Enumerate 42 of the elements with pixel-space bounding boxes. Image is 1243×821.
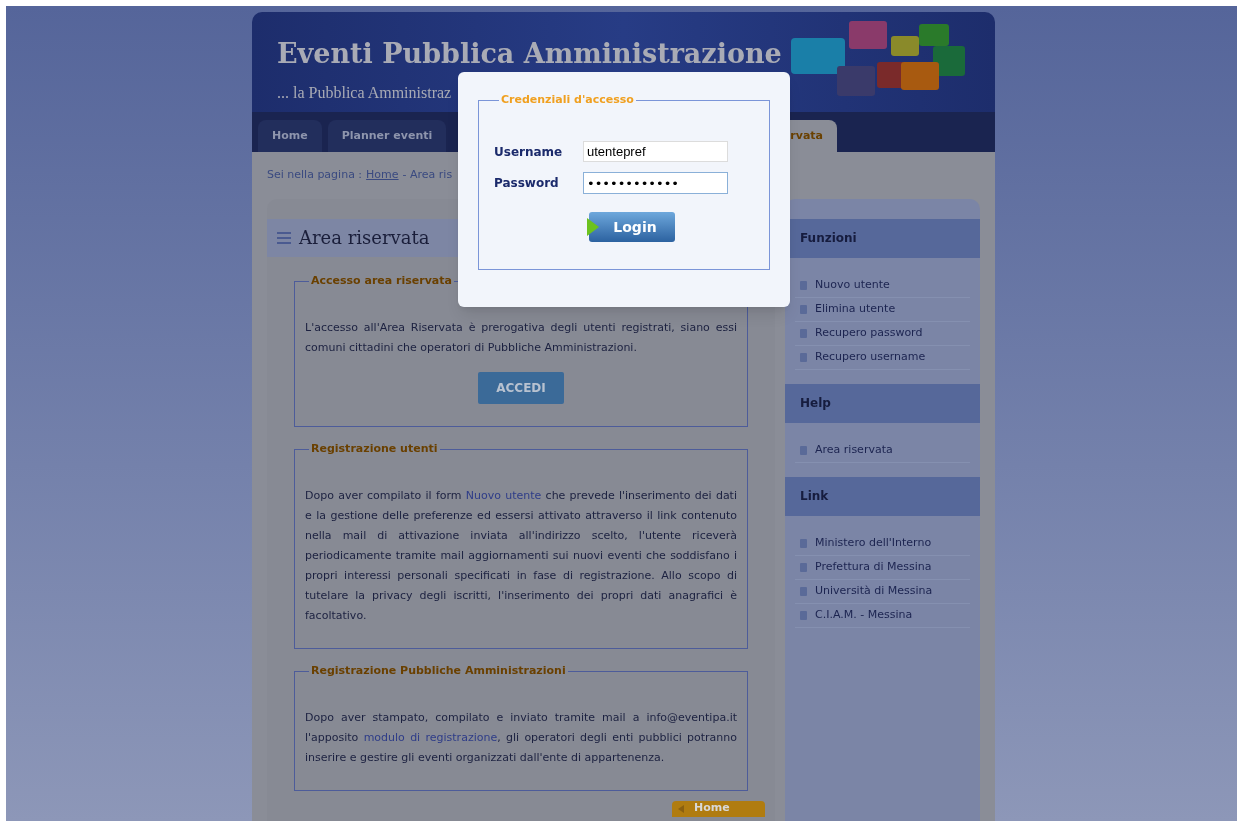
breadcrumb-link[interactable]: Home — [366, 167, 399, 184]
site-title: Eventi Pubblica Amministrazione — [277, 40, 782, 67]
username-label: Username — [494, 143, 564, 161]
section-text: Dopo aver stampato, compilato e inviato tramite mail a info@eventipa.it l'apposito modulo di registrazione, gli operatori degli enti pubblici potranno inserire e gestire gli eventi organizzati dall'ente di appartenenza. — [305, 709, 737, 766]
sidebar-link[interactable]: C.I.A.M. - Messina — [815, 606, 913, 624]
bullet-icon — [800, 304, 807, 314]
sidebar-link[interactable]: Prefettura di Messina — [815, 558, 932, 576]
login-button[interactable]: Login — [589, 212, 675, 242]
bullet-icon — [800, 562, 807, 572]
bullet-icon — [800, 328, 807, 338]
sidebar-link[interactable]: Nuovo utente — [815, 276, 890, 294]
username-field[interactable]: utentepref — [583, 141, 728, 162]
home-button[interactable]: Home — [672, 800, 765, 817]
play-arrow-icon — [587, 218, 599, 236]
breadcrumb-label: Sei nella pagina : — [267, 167, 363, 183]
text-link[interactable]: Nuovo utente — [465, 488, 542, 502]
section-text: L'accesso all'Area Riservata è prerogativa degli utenti registrati, siano essi comuni cittadini che operatori di Pubbliche Amministrazioni. — [305, 319, 737, 356]
nav-tab[interactable]: Planner eventi — [327, 120, 447, 152]
sidebar-heading: Link — [785, 476, 980, 516]
sidebar-heading: Help — [785, 383, 980, 423]
sidebar-link[interactable]: Recupero password — [815, 324, 923, 342]
sidebar-link[interactable]: Ministero dell'Interno — [815, 534, 932, 552]
nav-tab[interactable]: Home — [258, 120, 322, 152]
sidebar-link[interactable]: Recupero username — [815, 348, 926, 366]
password-label: Password — [494, 175, 560, 192]
bullet-icon — [800, 352, 807, 362]
site-subtitle: ... la Pubblica Amministraz — [277, 83, 452, 103]
bullet-icon — [800, 586, 807, 596]
section-text: Dopo aver compilato il form Nuovo utente che prevede l'inserimento dei dati e la gestione delle preferenze ed essersi attivato attraverso il link contenuto nella mail di attivazione inviata all'indirizzo scelto, l'utente riceverà periodicamente tramite mail aggiornamenti sui nuovi eventi che soddisfano i propri interessi personali specificati in fase di registrazione. Allo scopo di tutelare la privacy degli iscritti, l'inserimento dei propri dati anagrafici è facoltativo. — [305, 487, 737, 624]
bullet-icon — [800, 538, 807, 548]
back-arrow-icon — [678, 804, 684, 813]
sidebar-link[interactable]: Area riservata — [815, 441, 893, 459]
bullet-icon — [800, 280, 807, 290]
bullet-icon — [800, 445, 807, 455]
sidebar-link[interactable]: Università di Messina — [815, 582, 933, 600]
panel-title: Area riservata — [299, 226, 430, 250]
sidebar-link[interactable]: Elimina utente — [815, 300, 896, 318]
menu-icon — [277, 231, 291, 244]
accedi-button[interactable]: ACCEDI — [478, 371, 564, 404]
breadcrumb-current: - Area ris — [402, 167, 453, 183]
password-field[interactable]: •••••••••••• — [583, 172, 728, 194]
bullet-icon — [800, 610, 807, 620]
